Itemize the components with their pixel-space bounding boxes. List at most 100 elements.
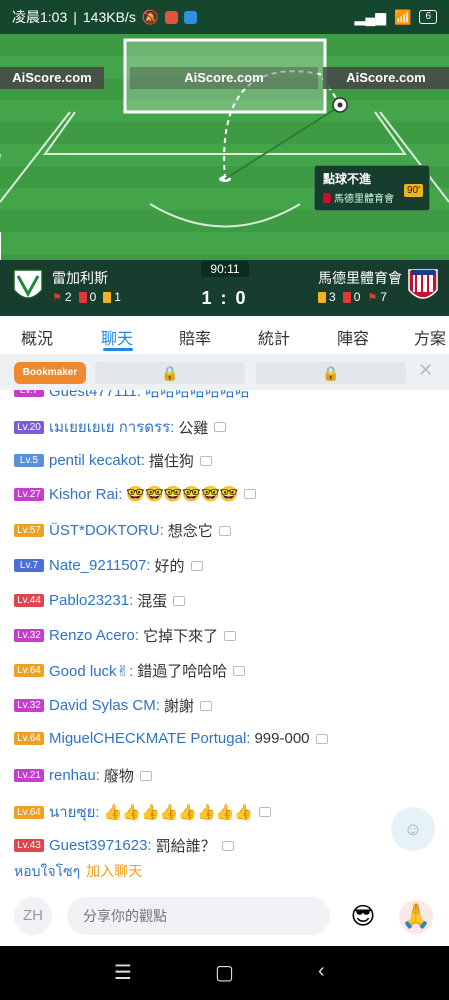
report-icon[interactable] (173, 595, 186, 606)
chat-text: 🤓🤓🤓🤓🤓🤓 (126, 486, 239, 503)
chat-message: Lv.20 เมเยยเยเย การดรร: 公雞 (14, 415, 227, 439)
report-icon[interactable] (259, 807, 272, 817)
chat-text: 擋住狗 (148, 453, 194, 470)
tab-overview[interactable]: 概況 (21, 325, 53, 349)
app-icon-blue (184, 10, 198, 24)
chat-text: 謝謝 (163, 698, 194, 715)
level-badge: Lv.43 (14, 839, 44, 852)
tab-bar: 概況 聊天 賠率 統計 陣容 方案 (0, 316, 449, 354)
level-badge: Lv.44 (14, 594, 44, 607)
chat-text: 👍👍👍👍👍👍👍👍 (103, 804, 254, 821)
chat-username[interactable]: Guest3971623: (49, 837, 152, 854)
level-badge: Lv.27 (14, 487, 44, 501)
report-icon[interactable] (199, 700, 212, 711)
locked-odds-1[interactable]: 🔒 (95, 362, 245, 384)
chat-username[interactable]: เมเยยเยเย การดรร: (49, 415, 174, 439)
chat-input[interactable] (67, 897, 330, 935)
report-icon[interactable] (139, 770, 152, 781)
bookmaker-bar: Bookmaker 🔒 🔒 ✕ (0, 354, 449, 390)
chat-text: 廢物 (103, 768, 134, 785)
status-time: 凌晨1:03 (12, 9, 68, 25)
chat-message: Lv.27 Kishor Rai: 🤓🤓🤓🤓🤓🤓 (14, 485, 257, 503)
level-badge: Lv.5 (14, 454, 44, 467)
report-icon[interactable] (315, 733, 328, 744)
chat-list[interactable]: Lv.7 Guest477111: 哈哈哈哈哈哈哈 Lv.20 เมเยยเยเย… (0, 390, 449, 854)
signal-icon: ▂▄▆ (354, 8, 386, 25)
event-minute: 90' (403, 184, 423, 197)
status-speed: 143KB/s (82, 9, 136, 25)
bookmaker-button[interactable]: Bookmaker (14, 362, 86, 384)
level-badge: Lv.57 (14, 524, 44, 537)
report-icon[interactable] (218, 525, 231, 536)
tab-lineup[interactable]: 陣容 (337, 325, 369, 349)
chat-username[interactable]: นายซุย: (49, 800, 100, 824)
tab-odds[interactable]: 賠率 (179, 325, 211, 349)
report-icon[interactable] (244, 489, 257, 499)
chat-username[interactable]: Renzo Acero: (49, 627, 139, 644)
chat-message: Lv.43 Guest3971623: 罰給誰？ (14, 835, 234, 854)
chat-message: Lv.32 Renzo Acero: 它掉下來了 (14, 625, 237, 646)
chat-message: Lv.21 renhau: 廢物 (14, 765, 152, 786)
level-badge: Lv.32 (14, 629, 44, 642)
report-icon[interactable] (214, 422, 227, 432)
chat-username[interactable]: Nate_9211507: (49, 557, 150, 574)
chat-message: Lv.44 Pablo23231: 混蛋 (14, 590, 186, 611)
locked-odds-2[interactable]: 🔒 (256, 362, 406, 384)
home-icon[interactable]: ▢ (215, 960, 234, 985)
team-crest-icon (323, 192, 331, 203)
chat-message: Lv.64 นายซุย: 👍👍👍👍👍👍👍👍 (14, 800, 272, 824)
join-action: 加入聊天 (86, 863, 143, 879)
report-icon[interactable] (221, 840, 234, 851)
chat-text: 罰給誰？ (155, 838, 216, 854)
level-badge: Lv.32 (14, 699, 44, 712)
chat-scroll-button[interactable]: ☺ (391, 807, 435, 851)
active-tab-indicator (103, 348, 133, 351)
report-icon[interactable] (233, 665, 246, 676)
tab-stats[interactable]: 統計 (258, 325, 290, 349)
report-icon[interactable] (224, 630, 237, 641)
chat-username[interactable]: Good luck✌: (49, 662, 133, 680)
corner-flag-icon: ⚑ (367, 291, 378, 304)
chat-message: Lv.7 Nate_9211507: 好的 (14, 555, 203, 576)
wifi-icon: 📶 (394, 8, 412, 25)
report-icon[interactable] (190, 560, 203, 571)
mute-icon: 🔕 (141, 8, 160, 25)
level-badge: Lv.20 (14, 420, 44, 434)
tab-chat[interactable]: 聊天 (101, 325, 133, 349)
ad-banner-right: AiScore.com (323, 67, 449, 89)
chat-username[interactable]: ÜST*DOKTORU: (49, 522, 164, 539)
away-team-name[interactable]: 馬德里體育會 (318, 268, 402, 288)
chat-text: 混蛋 (137, 593, 168, 610)
level-badge: Lv.64 (14, 805, 44, 819)
language-button[interactable]: ZH (14, 897, 52, 935)
pray-emoji-icon[interactable]: 🙏 (399, 900, 433, 934)
home-team-name[interactable]: 雷加利斯 (52, 268, 108, 288)
chat-username[interactable]: MiguelCHECKMATE Portugal: (49, 730, 250, 747)
chat-username[interactable]: Kishor Rai: (49, 486, 122, 503)
tab-plans[interactable]: 方案 (414, 325, 446, 349)
back-icon[interactable]: ‹ (318, 960, 325, 983)
menu-icon[interactable]: ☰ (114, 960, 132, 985)
close-icon[interactable]: ✕ (418, 360, 433, 381)
level-badge: Lv.21 (14, 769, 44, 782)
chat-username[interactable]: David Sylas CM: (49, 697, 160, 714)
chat-message: Lv.32 David Sylas CM: 謝謝 (14, 695, 212, 716)
red-card-icon (342, 291, 351, 303)
chat-message-partial: Lv.7 Guest477111: 哈哈哈哈哈哈哈 (14, 390, 254, 401)
scoreboard: 90:11 雷加利斯 ⚑ 2 0 1 1 : 0 馬德里體育會 3 0 ⚑ 7 (0, 260, 449, 316)
chat-username[interactable]: Pablo23231: (49, 592, 133, 609)
level-badge: Lv.64 (14, 664, 44, 677)
report-icon[interactable] (199, 455, 212, 466)
app-icon-red (165, 10, 179, 24)
chat-username[interactable]: pentil kecakot: (49, 452, 145, 469)
battery-icon: 6 (419, 10, 437, 24)
status-bar: 凌晨1:03 | 143KB/s 🔕 ▂▄▆ 📶 6 (0, 0, 449, 34)
chat-text: 999-000 (254, 730, 310, 747)
chat-username[interactable]: renhau: (49, 767, 100, 784)
system-nav-bar: ☰ ▢ ‹ (0, 946, 449, 1000)
sunglasses-emoji-icon[interactable]: 😎 (346, 900, 380, 934)
join-user: หอบใจโซๆ (14, 863, 81, 879)
pitch-animation: AiScore.com AiScore.com AiScore.com 點球不進… (0, 34, 449, 260)
match-clock: 90:11 (201, 261, 249, 277)
lock-icon: 🔒 (161, 365, 179, 381)
